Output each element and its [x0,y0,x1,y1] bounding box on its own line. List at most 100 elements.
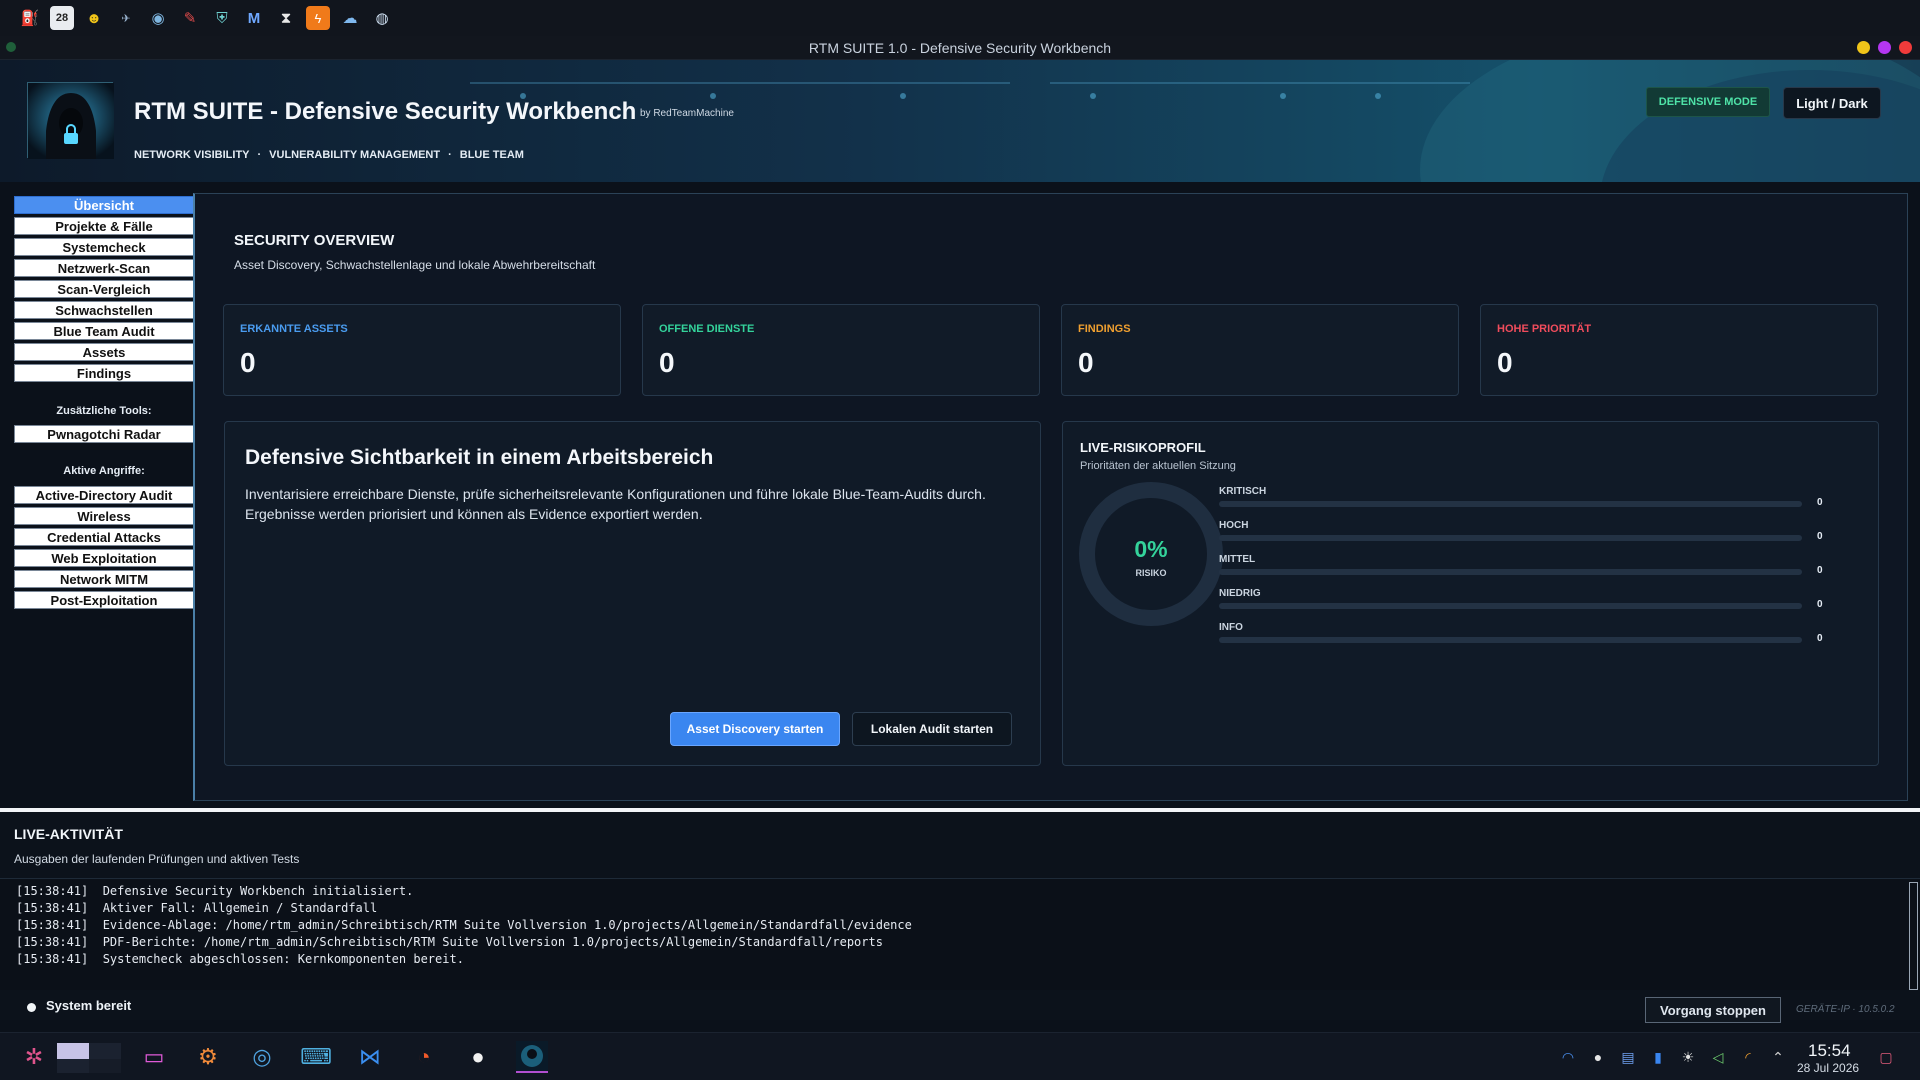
sidebar-item-findings[interactable]: Findings [14,364,194,382]
cloud-icon[interactable]: ☁ [338,6,362,30]
airgeddon-icon[interactable]: ✈ [114,6,138,30]
log-line: [15:38:41] PDF-Berichte: /home/rtm_admin… [16,935,883,949]
close-button[interactable] [1899,41,1912,54]
window-title: RTM SUITE 1.0 - Defensive Security Workb… [808,40,1112,56]
local-audit-button[interactable]: Lokalen Audit starten [852,712,1012,746]
sidebar-item-scan-vergleich[interactable]: Scan-Vergleich [14,280,194,298]
globe-icon[interactable]: ◍ [370,6,394,30]
app-launcher-icon[interactable]: ✲ [18,1041,50,1073]
taskbar: ✲ ▭ ⚙ ◎ ⌨ ⋈ ◔ ● ◠ ● ▤ ▮ ☀ ◁ ◜ ⌃ 15:54 28… [0,1032,1920,1080]
risk-row-kritisch: KRITISCH 0 [1219,486,1823,516]
sidebar-item-systemcheck[interactable]: Systemcheck [14,238,194,256]
hero-title: Defensive Sichtbarkeit in einem Arbeitsb… [245,446,714,469]
circuit-node [1090,93,1096,99]
stat-value: 0 [240,347,256,378]
system-top-bar: ⛽ 28 ☻ ✈ ◉ ✎ ⛨ M ⧗ ϟ ☁ ◍ [0,0,1920,36]
circuit-node [1280,93,1286,99]
terminal-icon[interactable]: ⌨ [300,1041,332,1073]
volume-icon[interactable]: ◁ [1708,1047,1728,1067]
settings-icon[interactable]: ⚙ [192,1041,224,1073]
maximize-button[interactable] [1878,41,1891,54]
stat-label: FINDINGS [1078,323,1131,335]
minimize-button[interactable] [1857,41,1870,54]
risk-level-label: INFO [1219,622,1243,633]
theme-toggle-button[interactable]: Light / Dark [1783,87,1881,119]
asset-discovery-button[interactable]: Asset Discovery starten [670,712,840,746]
stat-label: ERKANNTE ASSETS [240,323,348,335]
sidebar-item-ad-audit[interactable]: Active-Directory Audit [14,486,194,504]
stat-card-assets: ERKANNTE ASSETS 0 [223,304,621,396]
sidebar-item-post-exploitation[interactable]: Post-Exploitation [14,591,194,609]
sidebar-item-projekte[interactable]: Projekte & Fälle [14,217,194,235]
risk-level-label: NIEDRIG [1219,588,1261,599]
sidebar-item-credential-attacks[interactable]: Credential Attacks [14,528,194,546]
status-indicator-icon [27,1003,36,1012]
sidebar-item-schwachstellen[interactable]: Schwachstellen [14,301,194,319]
defensive-mode-badge: DEFENSIVE MODE [1646,87,1770,117]
risk-row-hoch: HOCH 0 [1219,520,1823,550]
calendar-icon[interactable]: 28 [50,6,74,30]
github-tray-icon[interactable]: ● [1588,1047,1608,1067]
vpn-icon[interactable]: ◠ [1558,1047,1578,1067]
header-subnav: NETWORK VISIBILITY · VULNERABILITY MANAG… [134,149,524,161]
sidebar-item-network-mitm[interactable]: Network MITM [14,570,194,588]
metasploit-icon[interactable]: M [242,6,266,30]
app-title: RTM SUITE - Defensive Security Workbench [134,98,637,125]
chrome-icon[interactable]: ◎ [246,1041,278,1073]
sidebar-item-wireless[interactable]: Wireless [14,507,194,525]
rtm-suite-icon[interactable] [516,1041,548,1073]
stop-process-button[interactable]: Vorgang stoppen [1645,997,1781,1023]
hourglass-icon[interactable]: ⧗ [274,6,298,30]
burp-icon[interactable]: ϟ [306,6,330,30]
brightness-icon[interactable]: ☀ [1678,1047,1698,1067]
circuit-node [1375,93,1381,99]
activity-title: LIVE-AKTIVITÄT [14,826,123,842]
vscode-icon[interactable]: ⋈ [354,1041,386,1073]
github-icon[interactable]: ● [462,1041,494,1073]
show-desktop-icon[interactable]: ▢ [1876,1047,1896,1067]
log-scrollbar[interactable] [1909,882,1918,990]
activity-log[interactable]: [15:38:41] Defensive Security Workbench … [0,878,1920,990]
sidebar-item-web-exploitation[interactable]: Web Exploitation [14,549,194,567]
storage-icon[interactable]: ▮ [1648,1047,1668,1067]
clock-date[interactable]: 28 Jul 2026 [1797,1061,1859,1075]
stat-card-high-priority: HOHE PRIORITÄT 0 [1480,304,1878,396]
sidebar-item-assets[interactable]: Assets [14,343,194,361]
risk-bar-track [1219,637,1802,643]
file-manager-icon[interactable]: ▭ [138,1041,170,1073]
stat-value: 0 [1078,347,1094,378]
alien-mask-icon[interactable]: ☻ [82,6,106,30]
risk-bar-track [1219,569,1802,575]
sidebar-item-pwnagotchi-radar[interactable]: Pwnagotchi Radar [14,425,194,443]
clock-time[interactable]: 15:54 [1808,1041,1851,1061]
log-line: [15:38:41] Defensive Security Workbench … [16,884,414,898]
firefox-icon[interactable]: ◔ [408,1041,440,1073]
risk-title: LIVE-RISIKOPROFIL [1080,440,1206,455]
log-line: [15:38:41] Aktiver Fall: Allgemein / Sta… [16,901,378,915]
circuit-node [900,93,906,99]
sidebar-item-uebersicht[interactable]: Übersicht [14,196,194,214]
risk-row-info: INFO 0 [1219,622,1823,652]
risk-level-count: 0 [1817,565,1823,576]
wifi-icon[interactable]: ◜ [1738,1047,1758,1067]
stat-label: HOHE PRIORITÄT [1497,323,1592,335]
clipboard-icon[interactable]: ▤ [1618,1047,1638,1067]
sidebar-item-netzwerk-scan[interactable]: Netzwerk-Scan [14,259,194,277]
gauge-label: RISIKO [1135,568,1167,578]
armor-icon[interactable]: ⛨ [210,6,234,30]
risk-bar-track [1219,535,1802,541]
syringe-icon[interactable]: ✎ [178,6,202,30]
alien-icon[interactable]: ◉ [146,6,170,30]
workspace-pager-icon[interactable] [56,1041,122,1073]
activity-subtitle: Ausgaben der laufenden Prüfungen und akt… [14,852,300,866]
risk-level-count: 0 [1817,599,1823,610]
risk-level-count: 0 [1817,633,1823,644]
activity-panel: LIVE-AKTIVITÄT Ausgaben der laufenden Pr… [0,808,1920,1023]
stat-card-services: OFFENE DIENSTE 0 [642,304,1040,396]
sidebar-item-blue-team-audit[interactable]: Blue Team Audit [14,322,194,340]
subnav-vulnerability-management: VULNERABILITY MANAGEMENT [269,149,441,161]
risk-row-niedrig: NIEDRIG 0 [1219,588,1823,618]
app-header: RTM SUITE - Defensive Security Workbench… [0,60,1920,182]
expand-tray-icon[interactable]: ⌃ [1768,1047,1788,1067]
sniffer-icon[interactable]: ⛽ [18,6,42,30]
